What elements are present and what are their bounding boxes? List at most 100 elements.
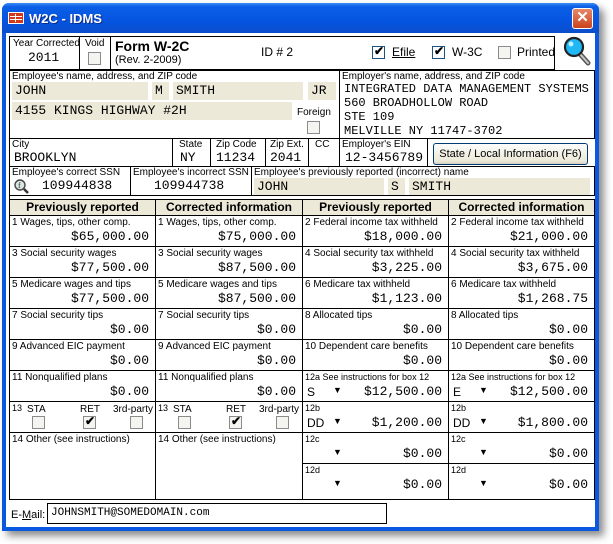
box-amount[interactable]: $0.00 <box>110 353 149 368</box>
box-left-prev-5[interactable]: 11 Nonqualified plans $0.00 <box>9 371 156 402</box>
box-right-prev-3[interactable]: 8 Allocated tips $0.00 <box>303 309 449 340</box>
employee-middle-initial[interactable]: M <box>152 82 169 100</box>
box13-corr-third-party-checkbox[interactable] <box>276 416 289 429</box>
box-right-corr-0[interactable]: 2 Federal income tax withheld $21,000.00 <box>449 216 595 247</box>
void-checkbox[interactable] <box>88 52 101 65</box>
box12-code[interactable]: DD <box>307 416 324 430</box>
box-amount[interactable]: $0.00 <box>403 322 442 337</box>
employer-line-1[interactable]: INTEGRATED DATA MANAGEMENT SYSTEMS <box>344 82 589 96</box>
dropdown-arrow-icon[interactable]: ▼ <box>333 447 342 457</box>
employee-address-line1[interactable]: 4155 KINGS HIGHWAY #2H <box>12 102 292 120</box>
box-left-corr-1[interactable]: 3 Social security wages $87,500.00 <box>156 247 303 278</box>
box13-corr-sta-checkbox[interactable] <box>178 416 191 429</box>
box-right-prev-0[interactable]: 2 Federal income tax withheld $18,000.00 <box>303 216 449 247</box>
box-amount[interactable]: $0.00 <box>403 446 442 461</box>
search-icon[interactable] <box>563 36 591 66</box>
box-amount[interactable]: $75,000.00 <box>218 229 296 244</box>
box-right-corr-3[interactable]: 8 Allocated tips $0.00 <box>449 309 595 340</box>
box-left-prev-0[interactable]: 1 Wages, tips, other comp. $65,000.00 <box>9 216 156 247</box>
dropdown-arrow-icon[interactable]: ▼ <box>479 447 488 457</box>
box-left-corr-5[interactable]: 11 Nonqualified plans $0.00 <box>156 371 303 402</box>
dropdown-arrow-icon[interactable]: ▼ <box>333 478 342 488</box>
box-left-prev-2[interactable]: 5 Medicare wages and tips $77,500.00 <box>9 278 156 309</box>
box-amount[interactable]: $3,675.00 <box>518 260 588 275</box>
ssn-lookup-icon[interactable]: f <box>14 179 29 194</box>
box13-prev-ret-checkbox[interactable]: ✔ <box>83 414 96 429</box>
box-left-prev-3[interactable]: 7 Social security tips $0.00 <box>9 309 156 340</box>
box-amount[interactable]: $1,123.00 <box>372 291 442 306</box>
dropdown-arrow-icon[interactable]: ▼ <box>333 385 342 395</box>
box-amount[interactable]: $0.00 <box>403 477 442 492</box>
box12a-corr[interactable]: 12a See instructions for box 12 $12,500.0… <box>449 371 595 402</box>
employer-line-4[interactable]: MELVILLE NY 11747-3702 <box>344 124 502 138</box>
box-amount[interactable]: $3,225.00 <box>372 260 442 275</box>
box-amount[interactable]: $1,800.00 <box>518 415 588 430</box>
box-right-prev-1[interactable]: 4 Social security tax withheld $3,225.00 <box>303 247 449 278</box>
dropdown-arrow-icon[interactable]: ▼ <box>333 416 342 426</box>
box-amount[interactable]: $0.00 <box>110 384 149 399</box>
box-amount[interactable]: $0.00 <box>403 353 442 368</box>
employee-last-name[interactable]: SMITH <box>173 82 303 100</box>
efile-checkbox[interactable]: ✔ <box>372 44 385 59</box>
box13-corr-ret-checkbox[interactable]: ✔ <box>229 414 242 429</box>
box14-corr[interactable]: 14 Other (see instructions) <box>156 433 303 500</box>
box-left-prev-1[interactable]: 3 Social security wages $77,500.00 <box>9 247 156 278</box>
zip-ext-value[interactable]: 2041 <box>270 150 301 166</box>
close-button[interactable]: ✕ <box>572 7 593 29</box>
employer-line-2[interactable]: 560 BROADHOLLOW ROAD <box>344 96 488 110</box>
w3c-label[interactable]: W-3C <box>452 45 482 59</box>
foreign-checkbox[interactable] <box>307 121 320 134</box>
employee-suffix[interactable]: JR <box>308 82 336 100</box>
prev-middle-initial[interactable]: S <box>388 178 405 196</box>
zip-value[interactable]: 11234 <box>216 150 255 166</box>
employee-first-name[interactable]: JOHN <box>12 82 148 100</box>
year-corrected-value[interactable]: 2011 <box>28 50 59 66</box>
box-amount[interactable]: $1,268.75 <box>518 291 588 306</box>
box-amount[interactable]: $77,500.00 <box>71 291 149 306</box>
dropdown-arrow-icon[interactable]: ▼ <box>479 416 488 426</box>
box-right-prev-4[interactable]: 10 Dependent care benefits $0.00 <box>303 340 449 371</box>
box14-prev[interactable]: 14 Other (see instructions) <box>9 433 156 500</box>
box12-code[interactable]: E <box>453 385 461 399</box>
box-right-corr-2[interactable]: 6 Medicare tax withheld $1,268.75 <box>449 278 595 309</box>
box-amount[interactable]: $12,500.00 <box>364 384 442 399</box>
box-amount[interactable]: $0.00 <box>257 384 296 399</box>
box-amount[interactable]: $18,000.00 <box>364 229 442 244</box>
box13-prev-third-party-checkbox[interactable] <box>130 416 143 429</box>
box12c-corr[interactable]: 12c $0.00 ▼ <box>449 433 595 464</box>
title-bar[interactable]: W2C - IDMS ✕ <box>2 3 599 33</box>
w3c-checkbox[interactable]: ✔ <box>432 44 445 59</box>
box-amount[interactable]: $87,500.00 <box>218 260 296 275</box>
box-left-prev-4[interactable]: 9 Advanced EIC payment $0.00 <box>9 340 156 371</box>
email-input[interactable]: JOHNSMITH@SOMEDOMAIN.com <box>47 503 387 524</box>
state-local-info-button[interactable]: State / Local Information (F6) <box>433 143 588 165</box>
dropdown-arrow-icon[interactable]: ▼ <box>479 478 488 488</box>
incorrect-ssn-value[interactable]: 109944738 <box>154 178 224 194</box>
box-right-prev-2[interactable]: 6 Medicare tax withheld $1,123.00 <box>303 278 449 309</box>
box12b-prev[interactable]: 12b $1,200.00 DD ▼ <box>303 402 449 433</box>
box12-code[interactable]: S <box>307 385 315 399</box>
box12c-prev[interactable]: 12c $0.00 ▼ <box>303 433 449 464</box>
box12b-corr[interactable]: 12b $1,800.00 DD ▼ <box>449 402 595 433</box>
prev-last-name[interactable]: SMITH <box>409 178 590 196</box>
box-amount[interactable]: $0.00 <box>549 353 588 368</box>
box-left-corr-3[interactable]: 7 Social security tips $0.00 <box>156 309 303 340</box>
ein-value[interactable]: 12-3456789 <box>345 150 423 166</box>
box-left-corr-2[interactable]: 5 Medicare wages and tips $87,500.00 <box>156 278 303 309</box>
box13-prev-sta-checkbox[interactable] <box>32 416 45 429</box>
box-right-corr-4[interactable]: 10 Dependent care benefits $0.00 <box>449 340 595 371</box>
correct-ssn-value[interactable]: 109944838 <box>42 178 112 194</box>
employer-line-3[interactable]: STE 109 <box>344 110 394 124</box>
state-value[interactable]: NY <box>180 150 196 166</box>
printed-checkbox[interactable] <box>498 46 511 59</box>
box-amount[interactable]: $77,500.00 <box>71 260 149 275</box>
dropdown-arrow-icon[interactable]: ▼ <box>479 385 488 395</box>
prev-first-name[interactable]: JOHN <box>254 178 384 196</box>
box-amount[interactable]: $0.00 <box>257 353 296 368</box>
box-left-corr-0[interactable]: 1 Wages, tips, other comp. $75,000.00 <box>156 216 303 247</box>
efile-label[interactable]: Efile <box>392 45 415 59</box>
box-amount[interactable]: $87,500.00 <box>218 291 296 306</box>
box-amount[interactable]: $0.00 <box>549 446 588 461</box>
box-amount[interactable]: $0.00 <box>110 322 149 337</box>
box-amount[interactable]: $0.00 <box>257 322 296 337</box>
